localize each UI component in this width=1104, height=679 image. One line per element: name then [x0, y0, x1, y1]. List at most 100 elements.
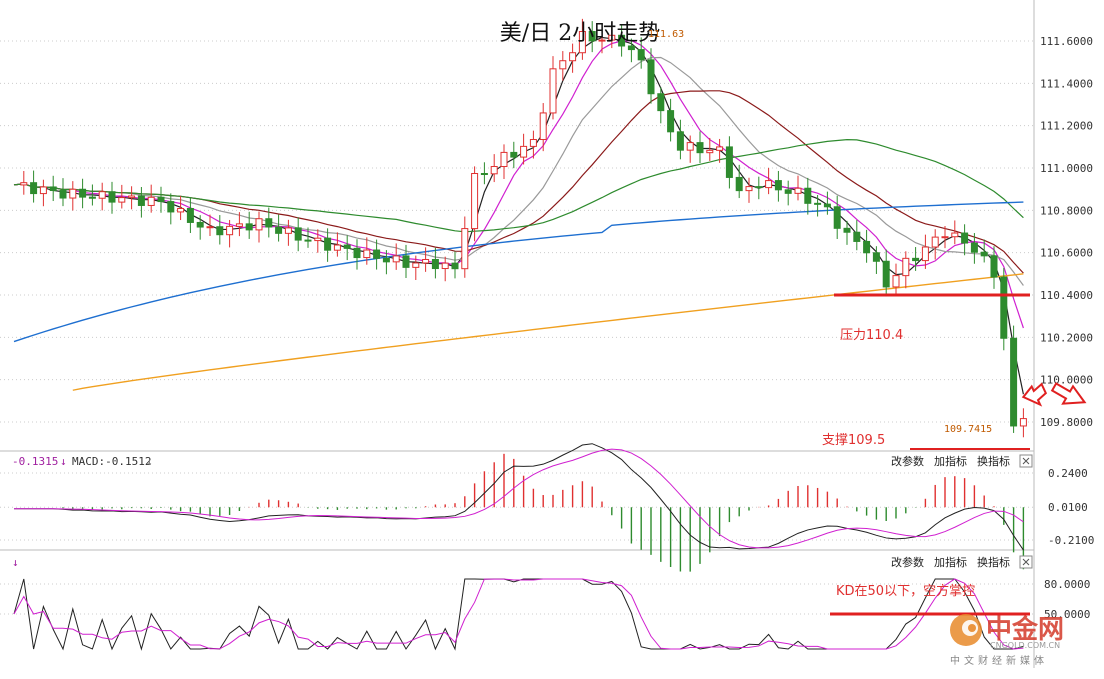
candle-body [461, 228, 469, 270]
macd-close-icon[interactable] [1019, 454, 1033, 468]
candle-body [500, 151, 508, 168]
candle-body [363, 249, 371, 259]
macd-tick-label: -0.2100 [1048, 534, 1094, 547]
candle-body [1000, 276, 1008, 339]
candle-body [294, 227, 302, 241]
forex-chart: 0.24000.0100-0.2100 80.000050.0000 111.6… [0, 0, 1104, 679]
support-label: 支撑109.5 [822, 433, 885, 448]
candle-body [147, 196, 155, 206]
kd-add-indicator-button[interactable]: 加指标 [934, 555, 967, 569]
candle-body [137, 195, 145, 206]
candle-body [422, 258, 430, 264]
candle-body [39, 186, 47, 195]
candle-body [118, 197, 126, 203]
price-tick-label: 110.2000 [1040, 331, 1093, 344]
candle-body [480, 173, 488, 176]
candle-body [343, 244, 351, 249]
candle-body [706, 149, 714, 154]
candle-body [235, 223, 243, 227]
candle-body [304, 239, 312, 242]
macd-change-params-button[interactable]: 改参数 [891, 454, 924, 468]
candle-body [49, 186, 57, 192]
kd-change-params-button[interactable]: 改参数 [891, 555, 924, 569]
kd-tick-label: 80.0000 [1044, 578, 1090, 591]
kd-close-icon[interactable] [1019, 555, 1033, 569]
candle-body [1019, 418, 1027, 427]
candle-body [549, 68, 557, 114]
candle-body [265, 218, 273, 228]
candle-body [1010, 337, 1018, 427]
candle-body [510, 151, 518, 158]
candle-body [186, 208, 194, 223]
candle-body [441, 262, 449, 270]
candle-body [559, 60, 567, 70]
candle-body [921, 246, 929, 262]
candle-body [324, 237, 332, 251]
candle-body [59, 190, 67, 199]
candle-body [373, 249, 381, 259]
candle-body [745, 186, 753, 192]
macd-down-icon: ↓ [60, 455, 67, 468]
chart-title: 美/日 2小时走势 [500, 21, 660, 46]
candle-body [431, 258, 439, 270]
candle-body [333, 244, 341, 251]
candle-body [990, 255, 998, 278]
watermark: 中金网 CNGOLD.COM.CN 中文财经新媒体 [950, 614, 1064, 667]
candle-body [716, 146, 724, 151]
price-tick-label: 111.4000 [1040, 77, 1093, 90]
candle-body [108, 191, 116, 203]
candle-body [912, 257, 920, 262]
candle-body [833, 206, 841, 229]
candle-body [98, 191, 106, 199]
candle-body [627, 45, 635, 51]
candle-body [686, 142, 694, 151]
price-tick-label: 111.6000 [1040, 35, 1093, 48]
candle-body [206, 226, 214, 229]
candle-body [980, 251, 988, 257]
candle-body [353, 247, 361, 259]
macd-add-indicator-button[interactable]: 加指标 [934, 454, 967, 468]
candle-body [961, 232, 969, 244]
candle-body [637, 49, 645, 61]
candle-body [412, 262, 420, 268]
macd-switch-indicator-button[interactable]: 换指标 [977, 454, 1010, 468]
candle-body [382, 257, 390, 263]
candle-body [892, 275, 900, 288]
candle-body [245, 223, 253, 231]
candle-body [941, 236, 949, 239]
kd-note: KD在50以下，空方掌控 [836, 583, 975, 599]
candle-body [539, 112, 547, 141]
candle-body [765, 180, 773, 189]
candle-body [490, 166, 498, 175]
resistance-label: 压力110.4 [840, 328, 903, 343]
price-tick-label: 110.4000 [1040, 289, 1093, 302]
candle-body [951, 232, 959, 238]
candle-body [970, 242, 978, 253]
candle-body [569, 52, 577, 62]
candle-body [79, 188, 87, 198]
candle-body [520, 145, 528, 158]
candle-body [823, 203, 831, 208]
kd-down-icon: ↓ [12, 556, 19, 569]
macd-down-icon-2: ↓ [146, 455, 153, 468]
candle-body [735, 176, 743, 192]
candle-body [402, 255, 410, 268]
price-tick-label: 110.0000 [1040, 374, 1093, 387]
candle-body [931, 236, 939, 248]
candle-body [128, 195, 136, 199]
candle-body [853, 231, 861, 242]
candle-body [69, 188, 77, 199]
price-tick-label: 109.8000 [1040, 416, 1093, 429]
candle-body [755, 186, 763, 189]
candle-body [392, 255, 400, 263]
candle-body [657, 93, 665, 112]
candle-body [843, 227, 851, 233]
candle-body [882, 260, 890, 288]
candle-body [902, 257, 910, 277]
brand-tagline: 中文财经新媒体 [950, 654, 1048, 667]
price-tick-label: 110.6000 [1040, 247, 1093, 260]
price-tick-label: 110.8000 [1040, 204, 1093, 217]
macd-tick-label: 0.2400 [1048, 467, 1088, 480]
kd-switch-indicator-button[interactable]: 换指标 [977, 555, 1010, 569]
candle-body [725, 146, 733, 178]
